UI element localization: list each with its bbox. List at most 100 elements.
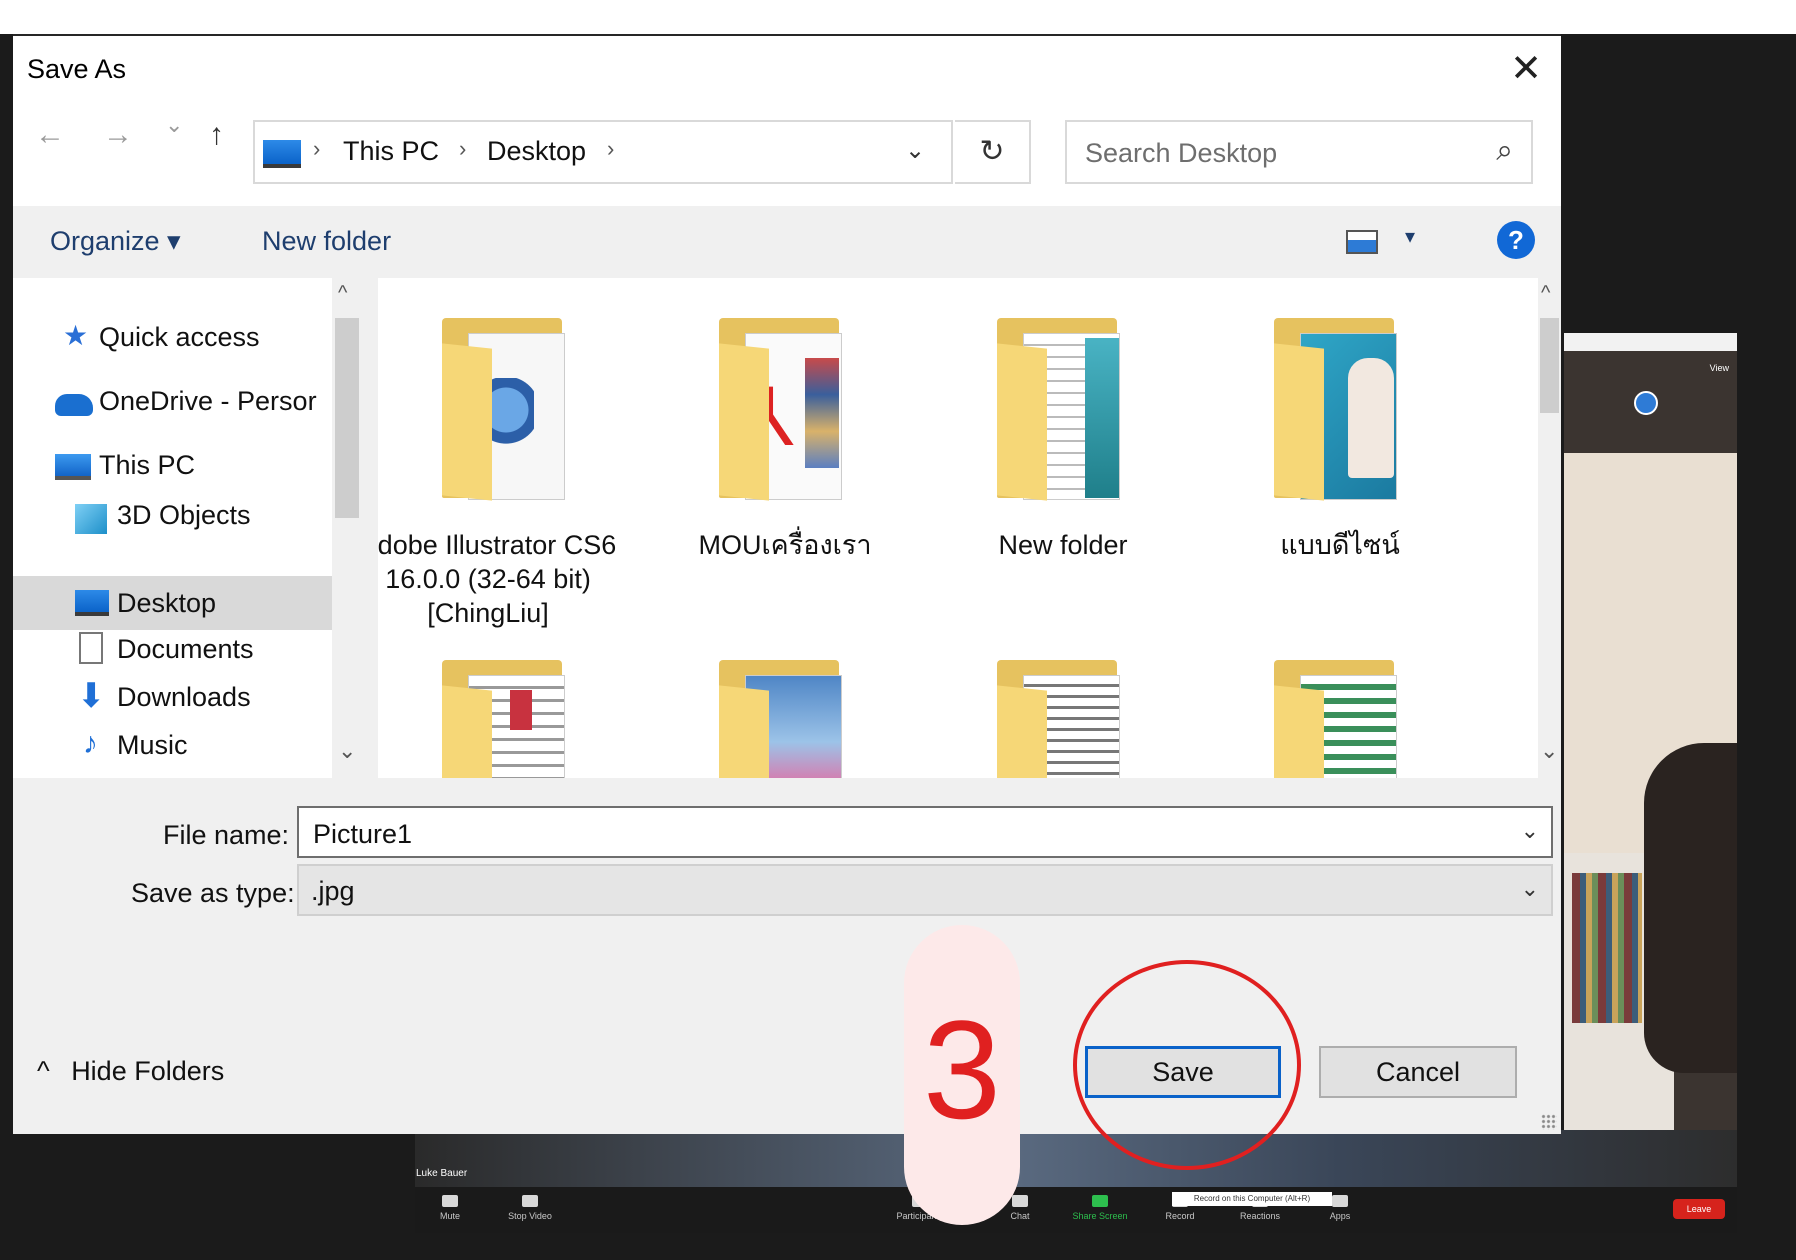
scroll-up-icon[interactable]: ^ xyxy=(338,282,347,305)
help-icon[interactable]: ? xyxy=(1497,221,1535,259)
star-icon: ★ xyxy=(63,320,89,351)
recent-locations-icon[interactable]: ⌄ xyxy=(165,112,183,138)
file-name-field[interactable]: ⌄ xyxy=(297,806,1553,858)
breadcrumb-separator-icon[interactable]: › xyxy=(607,136,614,162)
zoom-video-feed: View xyxy=(1564,333,1737,1178)
chevron-up-icon: ^ xyxy=(37,1056,50,1086)
scroll-down-icon[interactable]: ⌄ xyxy=(338,738,356,764)
file-name-input[interactable] xyxy=(311,814,1495,854)
nav-item-music[interactable]: Music xyxy=(117,730,188,761)
highlight-circle xyxy=(1073,960,1301,1170)
search-box[interactable]: ⌕ xyxy=(1065,120,1533,184)
folder-icon[interactable] xyxy=(695,660,875,778)
scroll-up-icon[interactable]: ^ xyxy=(1541,282,1550,305)
folder-icon[interactable] xyxy=(973,318,1153,518)
chevron-down-icon[interactable]: ⌄ xyxy=(1521,876,1539,902)
folder-front xyxy=(719,685,769,778)
nav-pane-scroll-thumb[interactable] xyxy=(335,318,359,518)
download-arrow-icon: ⬇ xyxy=(77,677,106,715)
up-arrow-icon[interactable]: ↑ xyxy=(209,118,224,152)
chat-icon xyxy=(1012,1195,1028,1207)
nav-pane-scrollbar[interactable]: ^ ⌄ xyxy=(332,278,362,778)
zoom-mute-button[interactable]: Mute xyxy=(415,1187,485,1221)
video-topbar xyxy=(1564,333,1737,351)
refresh-button[interactable]: ↻ xyxy=(955,120,1031,184)
folder-icon[interactable] xyxy=(418,660,598,778)
save-as-dialog: Save As ✕ ← → ⌄ ↑ › This PC › Desktop › … xyxy=(13,34,1561,1134)
breadcrumb-separator-icon: › xyxy=(459,136,467,161)
navigation-pane: ★ Quick access OneDrive - Persor This PC… xyxy=(13,278,332,778)
nav-item-3d-objects[interactable]: 3D Objects xyxy=(117,500,251,531)
zoom-stop-video-button[interactable]: Stop Video xyxy=(495,1187,565,1221)
participant-name: Luke Bauer xyxy=(416,1168,468,1179)
share-screen-icon xyxy=(1092,1195,1108,1207)
address-bar[interactable]: › This PC › Desktop › ⌄ xyxy=(253,120,953,184)
video-person xyxy=(1644,743,1737,1073)
nav-item-desktop[interactable]: Desktop xyxy=(117,588,216,619)
cloud-icon xyxy=(55,394,93,416)
view-dropdown-icon[interactable]: ▾ xyxy=(1405,224,1415,249)
cube-icon xyxy=(75,504,107,534)
apps-icon xyxy=(1332,1195,1348,1207)
view-options-icon[interactable] xyxy=(1346,230,1378,254)
address-dropdown-icon[interactable]: ⌄ xyxy=(905,136,925,165)
folder-front xyxy=(442,343,492,501)
save-as-type-select[interactable]: .jpg ⌄ xyxy=(297,864,1553,916)
folder-icon[interactable] xyxy=(973,660,1153,778)
breadcrumb-separator-icon: › xyxy=(313,136,321,161)
hide-folders-button[interactable]: ^ Hide Folders xyxy=(37,1056,224,1087)
file-label[interactable]: แบบดีไซน์ xyxy=(1210,528,1470,562)
video-badge-icon xyxy=(1634,391,1658,415)
folder-front xyxy=(997,685,1047,778)
file-label[interactable]: MOUเครื่องเรา xyxy=(655,528,915,562)
resize-grip-icon[interactable] xyxy=(1541,1114,1557,1130)
zoom-toolbar: Mute Stop Video Participants Chat Share … xyxy=(415,1187,1737,1233)
file-name-label: File name: xyxy=(163,820,290,850)
nav-item-quick-access[interactable]: Quick access xyxy=(99,322,260,353)
nav-item-downloads[interactable]: Downloads xyxy=(117,682,251,713)
nav-item-onedrive[interactable]: OneDrive - Persor xyxy=(99,386,317,417)
camera-icon xyxy=(522,1195,538,1207)
search-input[interactable] xyxy=(1083,132,1467,174)
scroll-down-icon[interactable]: ⌄ xyxy=(1540,738,1558,764)
document-icon xyxy=(79,632,103,664)
video-books xyxy=(1572,873,1642,1023)
cancel-button[interactable]: Cancel xyxy=(1319,1046,1517,1098)
folder-front xyxy=(997,343,1047,501)
search-icon[interactable]: ⌕ xyxy=(1496,134,1513,168)
file-label[interactable]: Adobe Illustrator CS6 16.0.0 (32-64 bit)… xyxy=(378,528,618,630)
back-arrow-icon[interactable]: ← xyxy=(35,118,65,152)
nav-item-this-pc[interactable]: This PC xyxy=(99,450,195,481)
breadcrumb-this-pc[interactable]: This PC xyxy=(343,136,439,167)
zoom-share-screen-button[interactable]: Share Screen xyxy=(1065,1187,1135,1221)
folder-preview xyxy=(1085,338,1119,498)
folder-icon[interactable] xyxy=(1250,318,1430,518)
hide-folders-label: Hide Folders xyxy=(71,1056,225,1086)
file-list-scrollbar[interactable]: ^ ⌄ xyxy=(1538,278,1561,778)
breadcrumb-desktop[interactable]: Desktop xyxy=(487,136,586,167)
command-bar: Organize ▾ New folder ▾ ? xyxy=(13,206,1561,278)
chevron-down-icon[interactable]: ⌄ xyxy=(1521,818,1539,844)
folder-icon[interactable]: ⅄ xyxy=(695,318,875,518)
zoom-view-label[interactable]: View xyxy=(1710,363,1729,373)
folder-icon[interactable] xyxy=(418,318,598,518)
folder-preview xyxy=(1348,358,1394,478)
close-button[interactable]: ✕ xyxy=(1497,40,1555,98)
new-folder-button[interactable]: New folder xyxy=(262,226,391,257)
forward-arrow-icon[interactable]: → xyxy=(103,118,133,152)
dialog-titlebar: Save As ✕ xyxy=(13,36,1561,106)
folder-icon[interactable] xyxy=(1250,660,1430,778)
file-label[interactable]: New folder xyxy=(933,528,1193,562)
step-number: 3 xyxy=(923,991,1001,1148)
folder-front xyxy=(1274,685,1324,778)
file-list: Adobe Illustrator CS6 16.0.0 (32-64 bit)… xyxy=(378,278,1538,778)
folder-front xyxy=(1274,343,1324,501)
nav-item-documents[interactable]: Documents xyxy=(117,634,254,665)
folder-front xyxy=(442,685,492,778)
file-list-scroll-thumb[interactable] xyxy=(1540,318,1559,413)
music-note-icon: ♪ xyxy=(83,727,98,760)
folder-preview xyxy=(510,690,532,730)
computer-icon xyxy=(55,454,91,480)
organize-menu[interactable]: Organize ▾ xyxy=(50,226,181,257)
zoom-leave-button[interactable]: Leave xyxy=(1673,1199,1725,1219)
